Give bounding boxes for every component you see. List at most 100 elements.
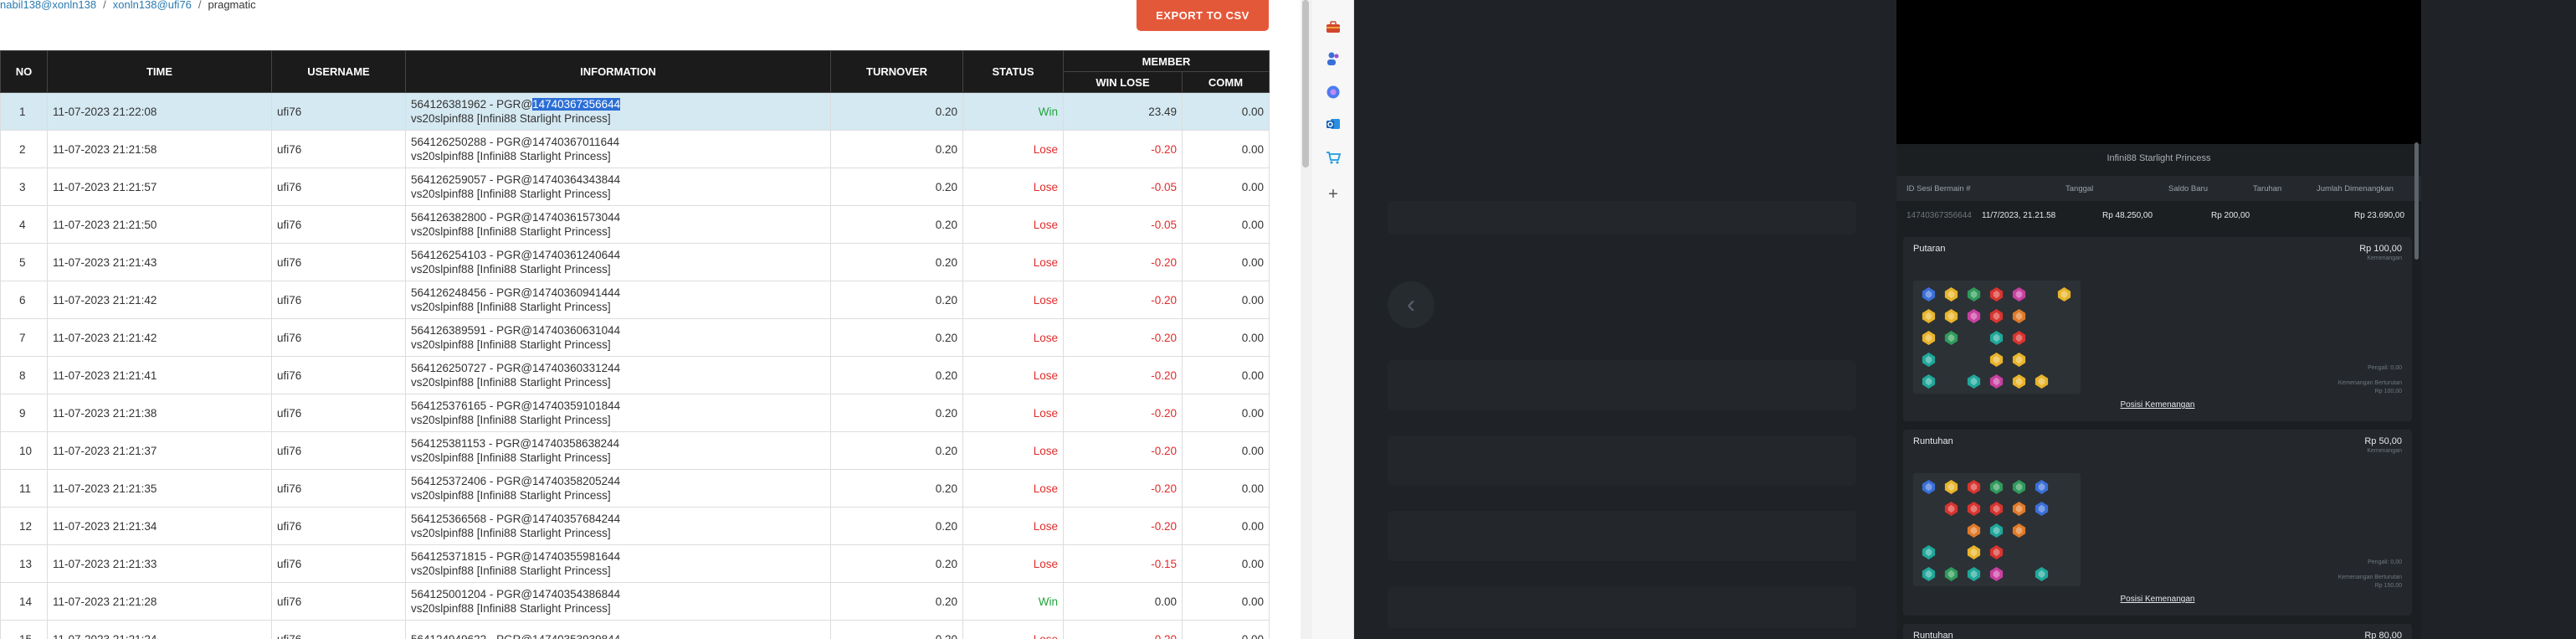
cell-turnover: 0.20 [830, 130, 963, 168]
table-row[interactable]: 14 11-07-2023 21:21:28 ufi76 564125001204 -… [0, 582, 1270, 621]
info-game-name: vs20slpinf88 [Infini88 Starlight Princes… [411, 112, 611, 125]
table-row[interactable]: 4 11-07-2023 21:21:50 ufi76 564126382800 - … [0, 205, 1270, 244]
info-game-name: vs20slpinf88 [Infini88 Starlight Princes… [411, 602, 611, 615]
cell-turnover: 0.20 [830, 582, 963, 621]
cell-no: 6 [0, 281, 48, 319]
round-consecutive-value: Rp 150,00 [2374, 583, 2402, 589]
info-game-name: vs20slpinf88 [Infini88 Starlight Princes… [411, 338, 611, 351]
info-game-name: vs20slpinf88 [Infini88 Starlight Princes… [411, 414, 611, 426]
cell-username: ufi76 [271, 620, 406, 639]
table-row[interactable]: 6 11-07-2023 21:21:42 ufi76 564126248456 - … [0, 281, 1270, 319]
win-position-link[interactable]: Posisi Kemenangan [1903, 400, 2412, 410]
table-row[interactable]: 1 11-07-2023 21:22:08 ufi76 564126381962 - … [0, 92, 1270, 131]
col-header-username[interactable]: USERNAME [271, 50, 406, 93]
cell-turnover: 0.20 [830, 167, 963, 206]
export-csv-button[interactable]: EXPORT TO CSV [1137, 0, 1269, 31]
gem-icon [1988, 500, 2005, 518]
gem-icon [1988, 351, 2005, 368]
cell-comm: 0.00 [1182, 394, 1270, 432]
cell-no: 12 [0, 507, 48, 545]
cell-no: 8 [0, 356, 48, 394]
table-row[interactable]: 9 11-07-2023 21:21:38 ufi76 564125376165 - … [0, 394, 1270, 432]
round-label: Runtuhan [1913, 436, 1953, 446]
col-header-turnover[interactable]: TURNOVER [830, 50, 963, 93]
cell-status: Lose [962, 243, 1064, 281]
back-arrow-icon[interactable]: ‹ [1388, 281, 1434, 328]
table-row[interactable]: 8 11-07-2023 21:21:41 ufi76 564126250727 - … [0, 356, 1270, 394]
round-consecutive-label: Kemenangan Berturutan [2337, 380, 2402, 386]
table-row[interactable]: 10 11-07-2023 21:21:37 ufi76 564125381153 -… [0, 431, 1270, 470]
cell-username: ufi76 [271, 356, 406, 394]
game-video-area [1896, 0, 2421, 144]
cell-time: 11-07-2023 21:21:42 [47, 318, 272, 357]
gem-icon [1965, 286, 1983, 303]
browser-sidebar: + [1312, 0, 1354, 639]
breadcrumb-link-member[interactable]: xonln138@ufi76 [113, 0, 192, 11]
cell-no: 13 [0, 544, 48, 583]
cell-winlose: -0.20 [1063, 394, 1183, 432]
cell-winlose: -0.05 [1063, 205, 1183, 244]
gem-icon [1988, 329, 2005, 347]
gem-icon [1988, 522, 2005, 539]
panel-scrollbar-thumb[interactable] [2414, 142, 2419, 260]
table-row[interactable]: 11 11-07-2023 21:21:35 ufi76 564125372406 -… [0, 469, 1270, 508]
add-icon[interactable]: + [1323, 184, 1343, 204]
outlook-icon[interactable] [1323, 114, 1343, 134]
cell-winlose: -0.20 [1063, 620, 1183, 639]
cell-time: 11-07-2023 21:22:08 [47, 92, 272, 131]
cell-status: Lose [962, 281, 1064, 319]
cell-turnover: 0.20 [830, 394, 963, 432]
cell-username: ufi76 [271, 394, 406, 432]
round-amount: Rp 80,00 [2364, 631, 2402, 639]
cell-time: 11-07-2023 21:21:34 [47, 507, 272, 545]
cell-time: 11-07-2023 21:21:58 [47, 130, 272, 168]
gem-icon [1965, 373, 1983, 390]
breadcrumb-current: pragmatic [208, 0, 256, 11]
table-row[interactable]: 15 11-07-2023 21:21:24 ufi76 564124949622 -… [0, 620, 1270, 639]
table-row[interactable]: 5 11-07-2023 21:21:43 ufi76 564126254103 - … [0, 243, 1270, 281]
cell-winlose: -0.20 [1063, 431, 1183, 470]
table-row[interactable]: 2 11-07-2023 21:21:58 ufi76 564126250288 - … [0, 130, 1270, 168]
gem-icon [1942, 286, 1960, 303]
gem-icon [2010, 500, 2028, 518]
gem-icon [1942, 500, 1960, 518]
selected-text[interactable]: 14740367356644 [532, 98, 621, 111]
cell-winlose: -0.05 [1063, 167, 1183, 206]
info-game-name: vs20slpinf88 [Infini88 Starlight Princes… [411, 489, 611, 502]
col-header-information[interactable]: INFORMATION [405, 50, 831, 93]
table-row[interactable]: 3 11-07-2023 21:21:57 ufi76 564126259057 - … [0, 167, 1270, 206]
info-game-name: vs20slpinf88 [Infini88 Starlight Princes… [411, 301, 611, 313]
table-row[interactable]: 7 11-07-2023 21:21:42 ufi76 564126389591 - … [0, 318, 1270, 357]
cell-turnover: 0.20 [830, 318, 963, 357]
gem-icon [2010, 307, 2028, 325]
cell-comm: 0.00 [1182, 205, 1270, 244]
cell-comm: 0.00 [1182, 281, 1270, 319]
col-header-status[interactable]: STATUS [962, 50, 1064, 93]
win-position-link[interactable]: Posisi Kemenangan [1903, 595, 2412, 604]
col-header-winlose[interactable]: WIN LOSE [1063, 71, 1183, 93]
col-header-time[interactable]: TIME [47, 50, 272, 93]
col-header-no[interactable]: NO [0, 50, 48, 93]
table-row[interactable]: 13 11-07-2023 21:21:33 ufi76 564125371815 -… [0, 544, 1270, 583]
cell-status: Lose [962, 544, 1064, 583]
gem-icon [1920, 544, 1937, 561]
page-scrollbar-thumb[interactable] [1302, 0, 1309, 167]
table-row[interactable]: 12 11-07-2023 21:21:34 ufi76 564125366568 -… [0, 507, 1270, 545]
toolbox-icon[interactable] [1323, 17, 1343, 37]
round-label: Putaran [1913, 244, 1946, 254]
breadcrumb-link-agent[interactable]: nabil138@xonln138 [0, 0, 96, 11]
gem-icon [1988, 307, 2005, 325]
cell-winlose: -0.15 [1063, 544, 1183, 583]
cell-turnover: 0.20 [830, 431, 963, 470]
game-title: Infini88 Starlight Princess [2106, 153, 2211, 163]
shopping-icon[interactable] [1323, 147, 1343, 167]
people-icon[interactable] [1323, 49, 1343, 69]
cell-status: Lose [962, 318, 1064, 357]
info-bet-id: 564126254103 - PGR@14740361240644 [411, 249, 621, 261]
col-header-comm[interactable]: COMM [1182, 71, 1270, 93]
background-row [1388, 511, 1856, 561]
cell-username: ufi76 [271, 92, 406, 131]
info-bet-id: 564125371815 - PGR@14740355981644 [411, 550, 621, 563]
copilot-icon[interactable] [1323, 82, 1343, 102]
cell-winlose: -0.20 [1063, 469, 1183, 508]
